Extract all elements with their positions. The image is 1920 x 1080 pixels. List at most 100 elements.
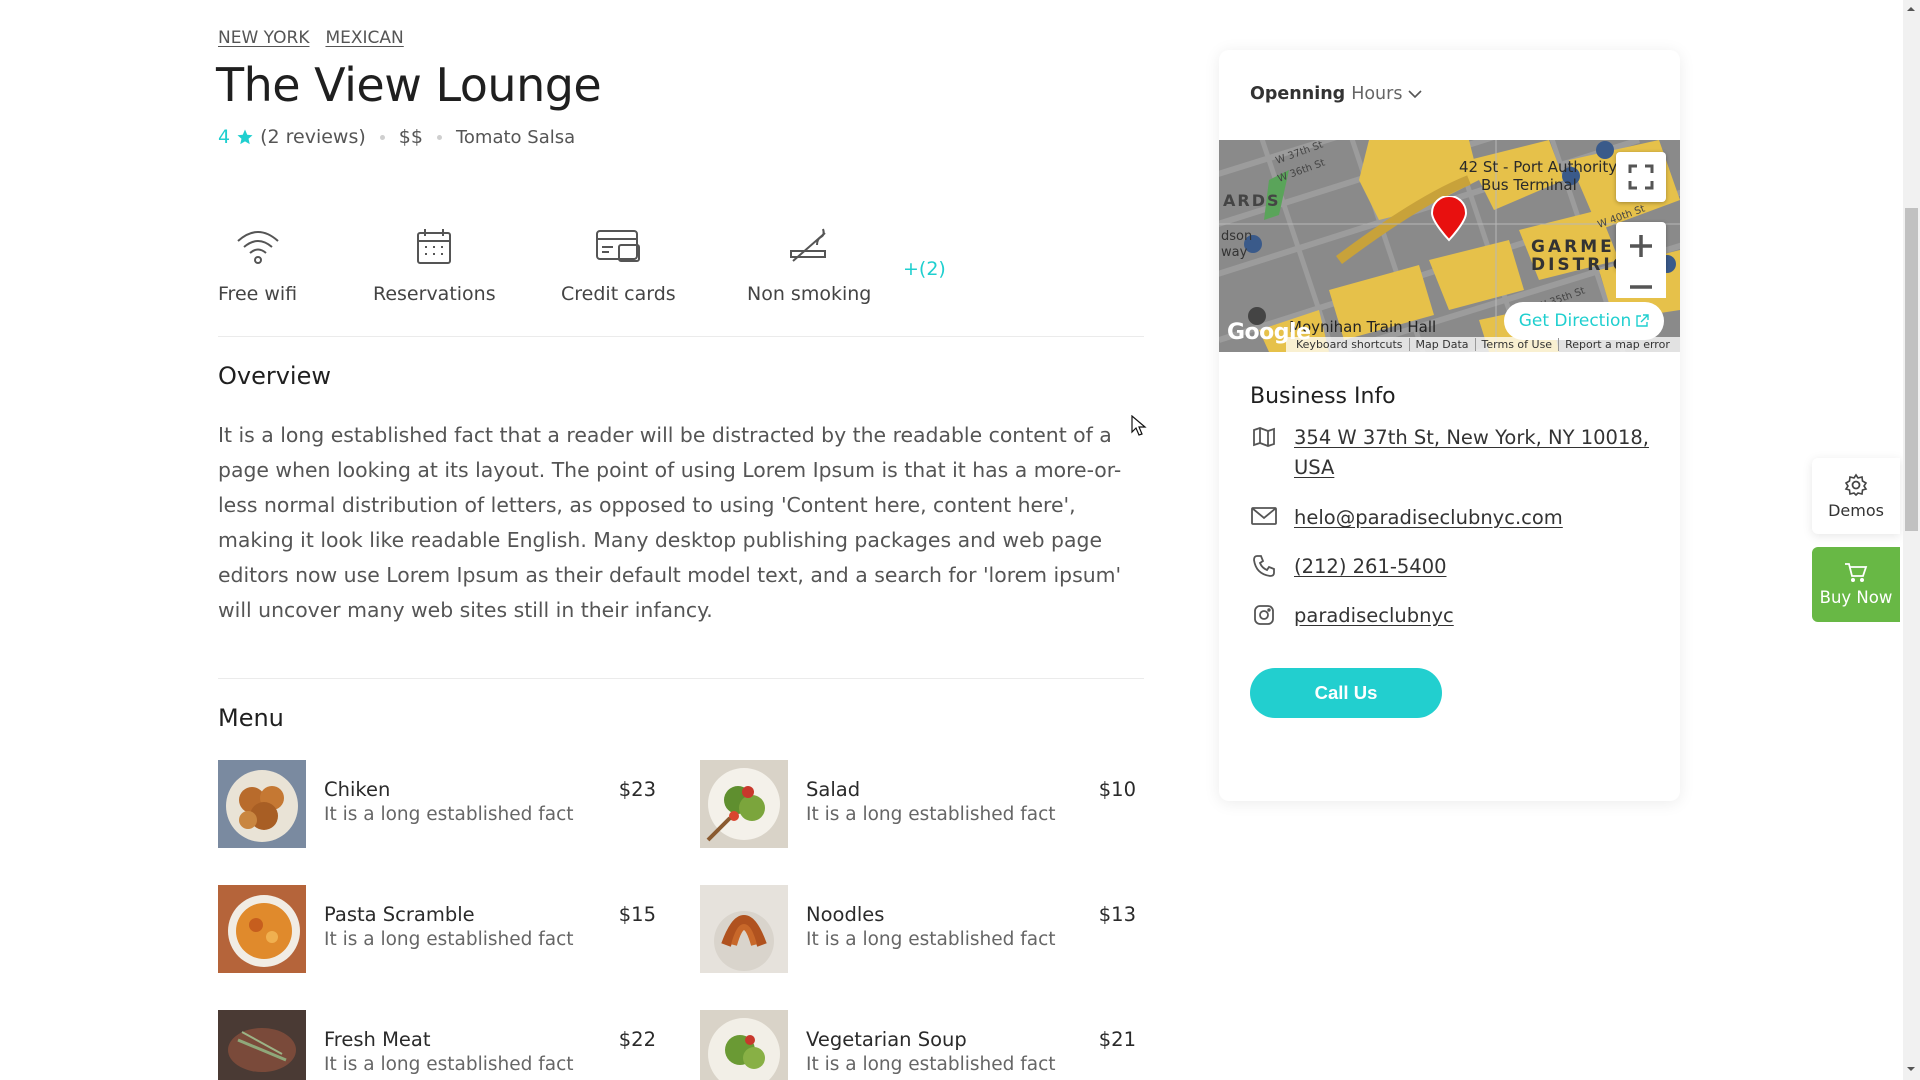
- address-row: 354 W 37th St, New York, NY 10018, USA: [1250, 423, 1649, 483]
- map-icon: [1253, 427, 1275, 447]
- menu-item-name: Vegetarian Soup: [806, 1028, 967, 1051]
- amenity-label: Credit cards: [561, 283, 676, 305]
- menu-item[interactable]: Pasta Scramble It is a long established …: [218, 885, 656, 973]
- menu-item-desc: It is a long established fact: [324, 1054, 574, 1075]
- overview-heading: Overview: [218, 362, 331, 390]
- zoom-in-button[interactable]: [1616, 222, 1666, 270]
- amenity-reservations: Reservations: [373, 225, 496, 305]
- map-pin-icon[interactable]: [1430, 196, 1468, 242]
- instagram-link[interactable]: paradiseclubnyc: [1294, 601, 1454, 631]
- category-tags: NEW YORK MEXICAN: [218, 28, 404, 48]
- separator-dot: [379, 134, 385, 140]
- reviews-count[interactable]: (2 reviews): [260, 126, 366, 148]
- tag-mexican[interactable]: MEXICAN: [325, 28, 403, 48]
- terms-link[interactable]: Terms of Use: [1476, 338, 1560, 351]
- email-row: helo@paradiseclubnyc.com: [1250, 503, 1563, 533]
- gear-icon: [1844, 473, 1868, 496]
- menu-item-name: Pasta Scramble: [324, 903, 475, 926]
- instagram-icon: [1254, 605, 1274, 625]
- business-card: Openning Hours W 37th St W 36th St W 40t…: [1219, 50, 1680, 801]
- svg-text:Moynihan Train Hall: Moynihan Train Hall: [1289, 318, 1436, 336]
- map-data-link[interactable]: Map Data: [1410, 338, 1476, 351]
- fullscreen-button[interactable]: [1616, 152, 1666, 202]
- scrollbar-thumb[interactable]: [1905, 208, 1918, 531]
- page-scrollbar[interactable]: [1903, 0, 1920, 1080]
- demos-button[interactable]: Demos: [1812, 458, 1900, 534]
- page-title: The View Lounge: [216, 58, 602, 112]
- demos-label: Demos: [1828, 500, 1884, 520]
- menu-item[interactable]: Chiken It is a long established fact $23: [218, 760, 656, 848]
- food-photo-noodles: [700, 885, 788, 973]
- price-level: $$: [398, 126, 423, 148]
- food-photo-salad: [700, 760, 788, 848]
- menu-item-desc: It is a long established fact: [806, 1054, 1056, 1075]
- report-error-link[interactable]: Report a map error: [1559, 338, 1676, 351]
- zoom-out-button[interactable]: [1616, 270, 1666, 298]
- menu-item[interactable]: Fresh Meat It is a long established fact…: [218, 1010, 656, 1080]
- buy-now-button[interactable]: Buy Now: [1812, 547, 1900, 622]
- food-photo-pasta: [218, 885, 306, 973]
- get-direction-label: Get Direction: [1518, 311, 1632, 331]
- rating-score: 4: [218, 126, 231, 148]
- chevron-down-icon: [1408, 90, 1423, 99]
- keyboard-shortcuts-link[interactable]: Keyboard shortcuts: [1290, 338, 1410, 351]
- menu-item-name: Noodles: [806, 903, 885, 926]
- phone-row: (212) 261-5400: [1250, 552, 1447, 582]
- external-link-icon: [1636, 314, 1649, 327]
- hours-label-bold: Openning: [1250, 84, 1346, 104]
- email-link[interactable]: helo@paradiseclubnyc.com: [1294, 503, 1563, 533]
- amenity-credit-cards: Credit cards: [561, 225, 676, 305]
- no-smoking-icon: [790, 228, 827, 262]
- get-direction-button[interactable]: Get Direction: [1504, 302, 1664, 340]
- buy-now-label: Buy Now: [1819, 588, 1893, 607]
- separator-dot: [436, 134, 442, 140]
- svg-text:dson: dson: [1221, 229, 1252, 244]
- menu-item[interactable]: Noodles It is a long established fact $1…: [700, 885, 1136, 973]
- svg-text:42 St - Port Authority: 42 St - Port Authority: [1459, 158, 1617, 176]
- mail-icon: [1251, 507, 1277, 525]
- svg-text:Bus Terminal: Bus Terminal: [1481, 176, 1577, 194]
- phone-link[interactable]: (212) 261-5400: [1294, 552, 1447, 582]
- call-us-button[interactable]: Call Us: [1250, 668, 1442, 718]
- location-map[interactable]: W 37th St W 36th St W 40th St W 35th St …: [1219, 140, 1680, 352]
- scroll-up-arrow-icon[interactable]: [1904, 4, 1918, 14]
- menu-item-price: $21: [1098, 1028, 1136, 1051]
- cart-icon: [1845, 563, 1868, 582]
- menu-item-desc: It is a long established fact: [324, 929, 574, 950]
- menu-item-desc: It is a long established fact: [806, 929, 1056, 950]
- menu-item-name: Fresh Meat: [324, 1028, 431, 1051]
- address-link[interactable]: 354 W 37th St, New York, NY 10018, USA: [1294, 423, 1649, 483]
- food-photo-chicken: [218, 760, 306, 848]
- menu-item-name: Salad: [806, 778, 861, 801]
- more-amenities-link[interactable]: +(2): [903, 258, 946, 280]
- scroll-down-arrow-icon[interactable]: [1904, 1064, 1918, 1074]
- menu-item[interactable]: Salad It is a long established fact $10: [700, 760, 1136, 848]
- amenity-label: Free wifi: [218, 283, 298, 305]
- calendar-icon: [417, 229, 452, 264]
- menu-item[interactable]: Vegetarian Soup It is a long established…: [700, 1010, 1136, 1080]
- divider: [218, 678, 1144, 679]
- food-photo-meat: [218, 1010, 306, 1080]
- menu-item-name: Chiken: [324, 778, 391, 801]
- menu-item-price: $22: [618, 1028, 656, 1051]
- svg-text:way: way: [1221, 245, 1248, 260]
- listing-meta: 4 (2 reviews) $$ Tomato Salsa: [218, 126, 575, 148]
- menu-item-price: $15: [618, 903, 656, 926]
- plus-icon: [1630, 235, 1652, 257]
- star-icon: [237, 129, 253, 145]
- menu-item-desc: It is a long established fact: [324, 804, 574, 825]
- fullscreen-icon: [1628, 164, 1654, 190]
- cuisine-tag: Tomato Salsa: [455, 126, 576, 148]
- phone-icon: [1253, 555, 1275, 577]
- food-photo-soup: [700, 1010, 788, 1080]
- minus-icon: [1630, 285, 1652, 289]
- menu-item-price: $10: [1098, 778, 1136, 801]
- amenity-label: Non smoking: [747, 283, 872, 305]
- rating: 4: [218, 126, 254, 148]
- instagram-row: paradiseclubnyc: [1250, 601, 1454, 631]
- amenity-non-smoking: Non smoking: [747, 225, 871, 305]
- menu-item-price: $23: [618, 778, 656, 801]
- tag-new-york[interactable]: NEW YORK: [218, 28, 309, 48]
- amenity-label: Reservations: [373, 283, 496, 305]
- opening-hours-toggle[interactable]: Openning Hours: [1250, 84, 1423, 104]
